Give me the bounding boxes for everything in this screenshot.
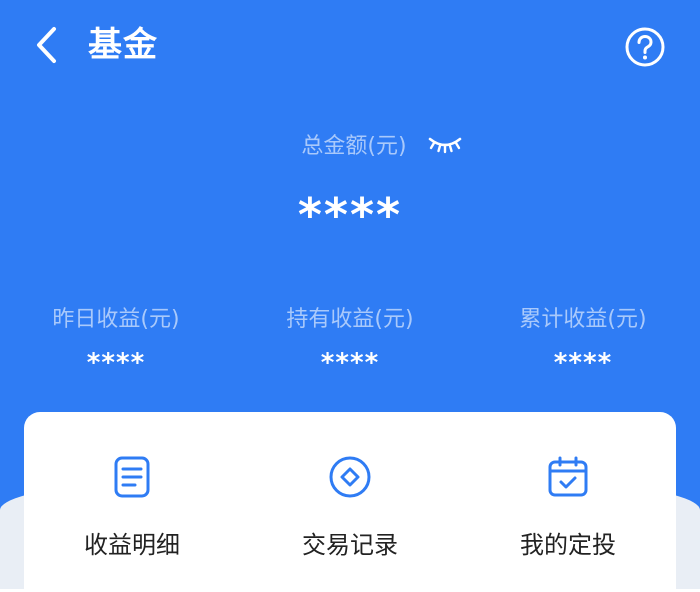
document-list-icon bbox=[114, 456, 150, 498]
chevron-left-icon bbox=[37, 27, 56, 63]
transaction-records-button[interactable]: 交易记录 bbox=[250, 454, 450, 560]
action-label: 我的定投 bbox=[520, 531, 616, 559]
action-card: 收益明细 交易记录 我的定投 bbox=[24, 412, 676, 592]
stat-label: 持有收益(元) bbox=[286, 307, 414, 332]
stat-cumulative-income: 累计收益(元) **** bbox=[473, 302, 693, 378]
total-label-row: 总金额(元) bbox=[0, 126, 700, 162]
total-amount-label: 总金额(元) bbox=[301, 134, 407, 159]
my-auto-invest-button[interactable]: 我的定投 bbox=[468, 454, 668, 560]
transaction-diamond-icon bbox=[329, 456, 371, 498]
action-label: 收益明细 bbox=[84, 531, 180, 559]
income-detail-button[interactable]: 收益明细 bbox=[32, 454, 232, 560]
action-label: 交易记录 bbox=[302, 531, 398, 559]
total-amount-value: **** bbox=[297, 188, 403, 242]
help-button[interactable] bbox=[624, 26, 666, 68]
question-circle-icon bbox=[625, 27, 665, 67]
stat-value: **** bbox=[86, 348, 146, 378]
stat-yesterday-income: 昨日收益(元) **** bbox=[6, 302, 226, 378]
stat-value: **** bbox=[320, 348, 380, 378]
stat-label: 累计收益(元) bbox=[519, 307, 647, 332]
eye-closed-icon[interactable] bbox=[427, 133, 463, 155]
stat-holding-income: 持有收益(元) **** bbox=[240, 302, 460, 378]
stat-label: 昨日收益(元) bbox=[52, 307, 180, 332]
page-title: 基金 bbox=[88, 25, 158, 65]
calendar-check-icon bbox=[548, 456, 588, 497]
back-button[interactable] bbox=[26, 22, 66, 68]
stat-value: **** bbox=[553, 348, 613, 378]
